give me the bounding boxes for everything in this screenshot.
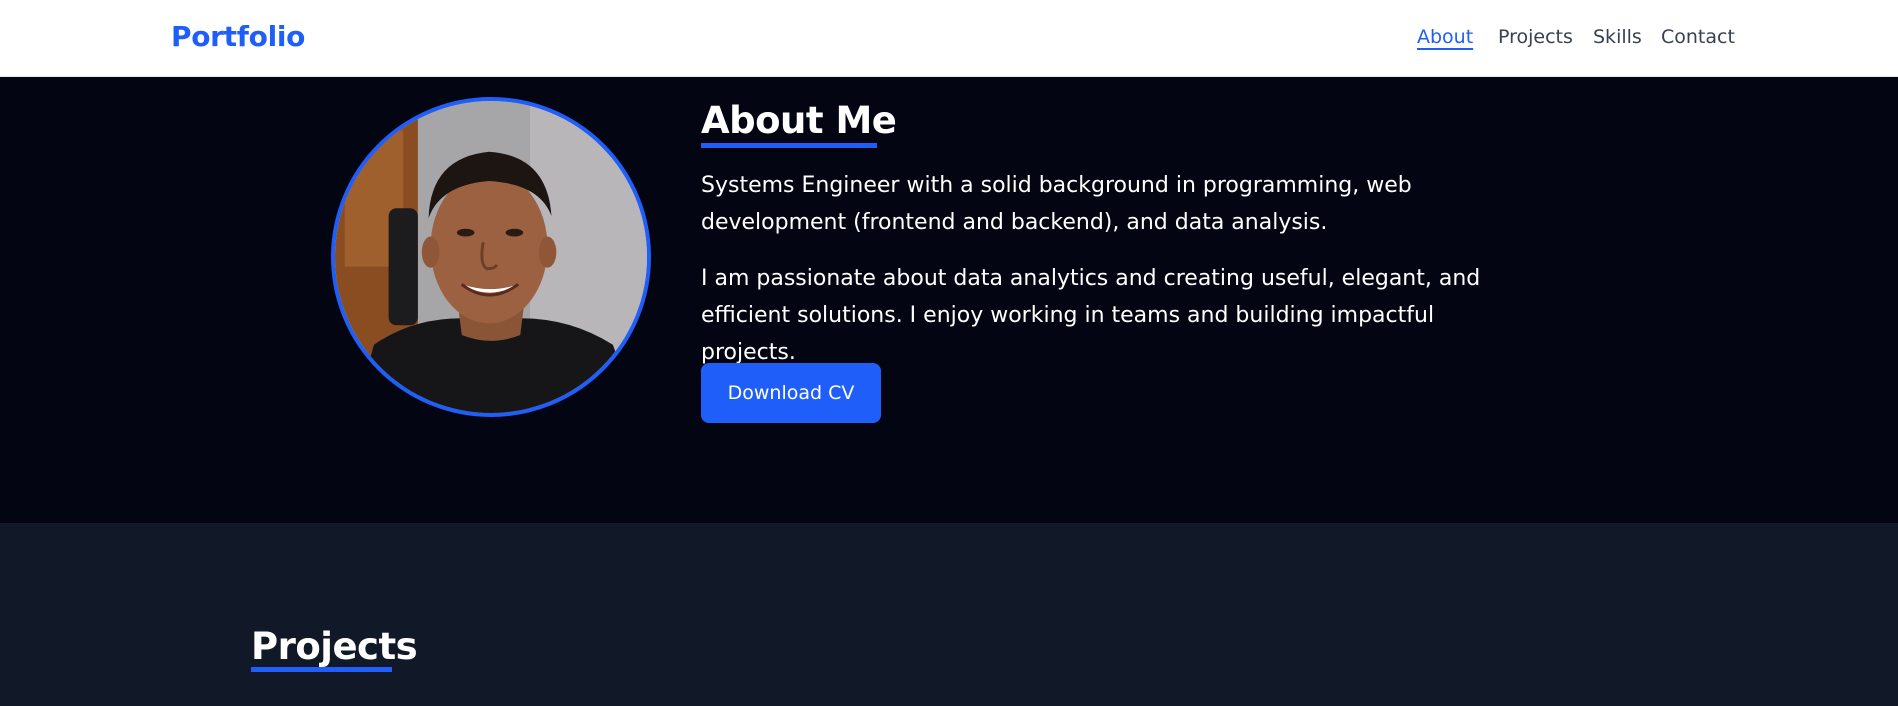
navbar: Portfolio About Projects Skills Contact bbox=[0, 0, 1898, 77]
nav-link-projects[interactable]: Projects bbox=[1498, 26, 1573, 48]
about-heading-underline bbox=[701, 143, 877, 148]
profile-photo-icon bbox=[335, 101, 647, 413]
projects-heading-underline bbox=[251, 667, 392, 672]
about-paragraph: I am passionate about data analytics and… bbox=[701, 266, 1481, 365]
nav-link-about[interactable]: About bbox=[1417, 26, 1473, 48]
nav-link-skills[interactable]: Skills bbox=[1593, 26, 1642, 48]
nav-link-contact[interactable]: Contact bbox=[1661, 26, 1735, 48]
brand-logo[interactable]: Portfolio bbox=[171, 20, 305, 53]
profile-avatar bbox=[331, 97, 651, 417]
projects-section: Projects bbox=[0, 523, 1898, 706]
about-section: About Me Systems Engineer with a solid b… bbox=[0, 77, 1898, 523]
download-cv-button[interactable]: Download CV bbox=[701, 363, 881, 423]
about-paragraph: Systems Engineer with a solid background… bbox=[701, 173, 1412, 235]
about-heading: About Me bbox=[701, 99, 897, 142]
projects-heading: Projects bbox=[251, 625, 418, 668]
